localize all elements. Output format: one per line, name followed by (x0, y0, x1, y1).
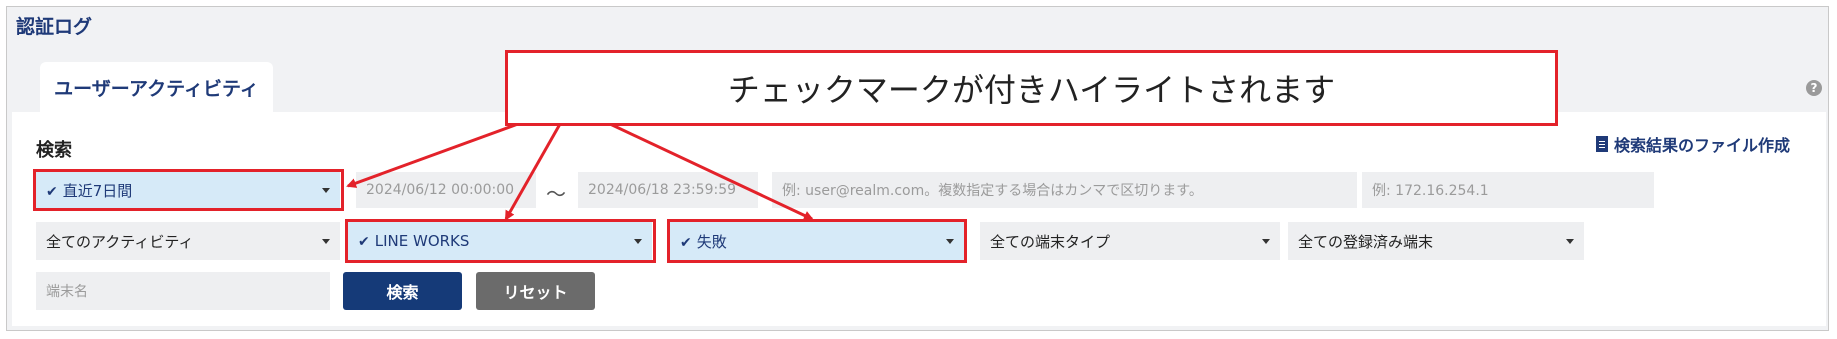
annotation-callout: チェックマークが付きハイライトされます (505, 50, 1558, 126)
arrow-to-period (346, 122, 519, 188)
arrow-to-result (609, 122, 814, 221)
annotation-text: チェックマークが付きハイライトされます (727, 71, 1336, 109)
arrow-to-service (504, 123, 562, 221)
